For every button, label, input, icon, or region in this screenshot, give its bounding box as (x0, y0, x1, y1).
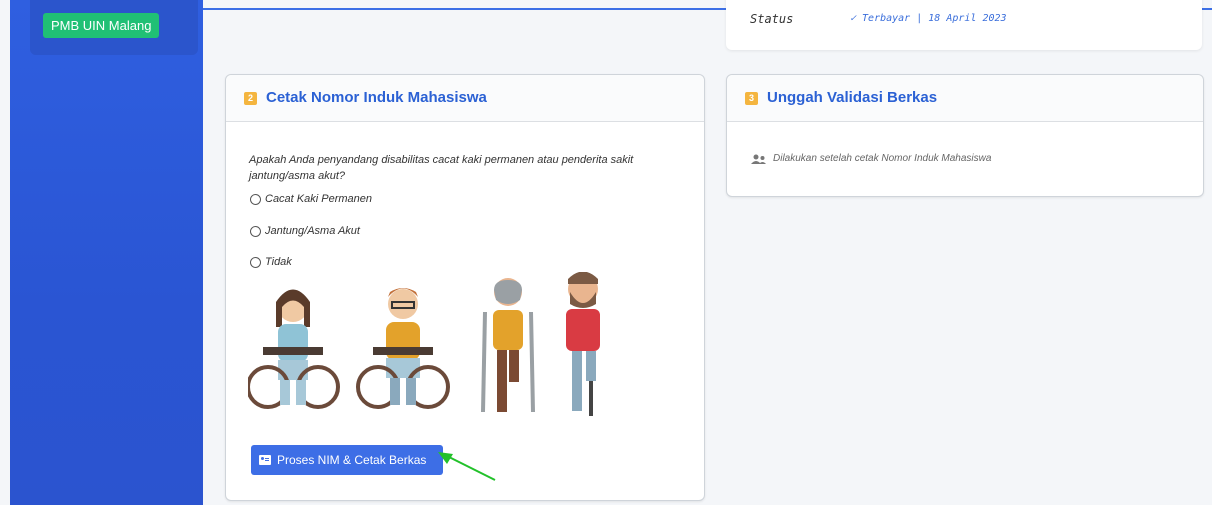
card-title: Cetak Nomor Induk Mahasiswa (266, 89, 487, 106)
card-header: 3 Unggah Validasi Berkas (727, 75, 1203, 122)
radio-cacat-kaki[interactable]: Cacat Kaki Permanen (250, 193, 372, 205)
wheelchair-woman-figure (248, 289, 340, 409)
radio-label: Tidak (265, 256, 292, 268)
disability-illustration (248, 272, 600, 416)
users-icon (751, 154, 766, 164)
wheelchair-man-figure (356, 288, 450, 409)
crutches-man-figure (481, 278, 535, 413)
sidebar (10, 0, 203, 505)
prosthetic-man-figure (566, 272, 600, 416)
status-label: Status (750, 12, 794, 26)
radio-tidak[interactable]: Tidak (250, 256, 292, 268)
card-cetak-nim: 2 Cetak Nomor Induk Mahasiswa Apakah And… (225, 74, 705, 501)
radio-circle-icon[interactable] (250, 193, 261, 205)
radio-label: Cacat Kaki Permanen (265, 193, 372, 205)
radio-label: Jantung/Asma Akut (265, 225, 360, 237)
id-card-icon (259, 455, 271, 465)
card-header: 2 Cetak Nomor Induk Mahasiswa (226, 75, 704, 122)
card-unggah-validasi: 3 Unggah Validasi Berkas Dilakukan setel… (726, 74, 1204, 197)
process-nim-button[interactable]: Proses NIM & Cetak Berkas (251, 445, 443, 475)
step-number-badge: 2 (244, 92, 257, 105)
upload-info-text: Dilakukan setelah cetak Nomor Induk Maha… (773, 153, 992, 164)
step-number-badge: 3 (745, 92, 758, 105)
process-nim-label: Proses NIM & Cetak Berkas (277, 453, 427, 467)
disability-question: Apakah Anda penyandang disabilitas cacat… (249, 154, 634, 182)
card-title: Unggah Validasi Berkas (767, 89, 938, 106)
radio-circle-icon[interactable] (250, 256, 261, 268)
status-value: ✓ Terbayar | 18 April 2023 (850, 13, 1007, 24)
status-card: Status ✓ Terbayar | 18 April 2023 (726, 0, 1202, 50)
brand-badge[interactable]: PMB UIN Malang (43, 13, 160, 38)
green-arrow-icon (438, 452, 496, 481)
radio-jantung-asma[interactable]: Jantung/Asma Akut (250, 225, 360, 237)
radio-circle-icon[interactable] (250, 225, 261, 237)
upload-info: Dilakukan setelah cetak Nomor Induk Maha… (751, 153, 991, 164)
